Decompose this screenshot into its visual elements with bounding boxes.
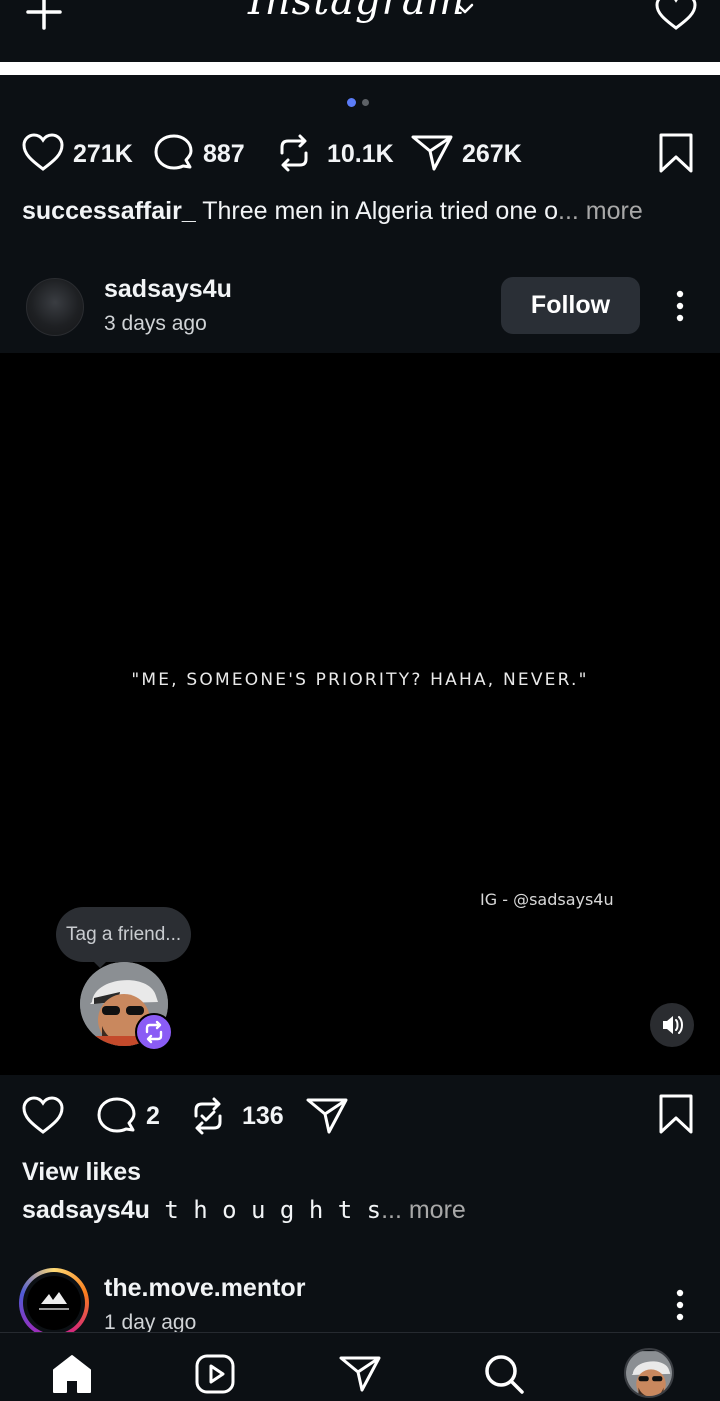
repost-badge-icon	[135, 1013, 173, 1051]
caption-text: Three men in Algeria tried one o	[195, 197, 558, 225]
send-icon[interactable]	[305, 1094, 349, 1138]
repost-count[interactable]: 136	[242, 1102, 284, 1131]
reels-icon[interactable]	[193, 1352, 237, 1396]
comment-count[interactable]: 887	[203, 140, 245, 169]
tag-friend-bubble[interactable]: Tag a friend...	[56, 907, 192, 962]
more-icon[interactable]	[674, 1287, 686, 1323]
caption-text: t h o u g h t s	[149, 1196, 382, 1224]
more-link[interactable]: ... more	[381, 1196, 466, 1224]
app-logo[interactable]: Instagram	[248, 0, 466, 24]
like-count[interactable]: 271K	[73, 140, 133, 169]
carousel-dot-active	[347, 98, 356, 107]
follow-button[interactable]: Follow	[501, 277, 640, 334]
post-username[interactable]: the.move.mentor	[104, 1274, 305, 1303]
search-icon[interactable]	[482, 1352, 526, 1396]
view-likes-link[interactable]: View likes	[22, 1158, 141, 1187]
avatar[interactable]	[26, 278, 84, 336]
repost-icon[interactable]	[186, 1094, 230, 1138]
more-icon[interactable]	[674, 288, 686, 324]
story-ring[interactable]	[19, 1268, 89, 1338]
media-bottom-edge	[0, 62, 720, 75]
media-watermark: IG - @sadsays4u	[480, 890, 614, 909]
post-caption[interactable]: successaffair_ Three men in Algeria trie…	[22, 197, 643, 226]
plus-icon[interactable]	[24, 0, 64, 32]
caption-username[interactable]: successaffair_	[22, 197, 196, 225]
bookmark-icon[interactable]	[654, 131, 698, 175]
heart-icon[interactable]	[654, 0, 698, 32]
carousel-dot	[362, 99, 369, 106]
post-caption[interactable]: sadsays4u t h o u g h t s... more	[22, 1196, 466, 1225]
home-icon[interactable]	[50, 1352, 94, 1396]
repost-count[interactable]: 10.1K	[327, 140, 394, 169]
caption-username[interactable]: sadsays4u	[22, 1196, 150, 1224]
send-icon[interactable]	[410, 131, 454, 175]
more-link[interactable]: ... more	[558, 197, 643, 225]
repost-icon[interactable]	[272, 131, 316, 175]
like-heart-icon[interactable]	[21, 131, 65, 175]
like-heart-icon[interactable]	[21, 1094, 65, 1138]
send-icon[interactable]	[338, 1352, 382, 1396]
avatar	[27, 1276, 81, 1330]
chevron-down-icon[interactable]	[454, 0, 476, 18]
share-count[interactable]: 267K	[462, 140, 522, 169]
bookmark-icon[interactable]	[654, 1092, 698, 1136]
media-quote-text: "ME, SOMEONE'S PRIORITY? HAHA, NEVER."	[131, 670, 589, 690]
profile-avatar[interactable]	[624, 1348, 674, 1398]
comment-count[interactable]: 2	[146, 1102, 160, 1131]
comment-icon[interactable]	[95, 1094, 139, 1138]
sound-icon[interactable]	[650, 1003, 694, 1047]
comment-icon[interactable]	[152, 131, 196, 175]
post-time: 3 days ago	[104, 312, 207, 335]
post-username[interactable]: sadsays4u	[104, 275, 232, 304]
